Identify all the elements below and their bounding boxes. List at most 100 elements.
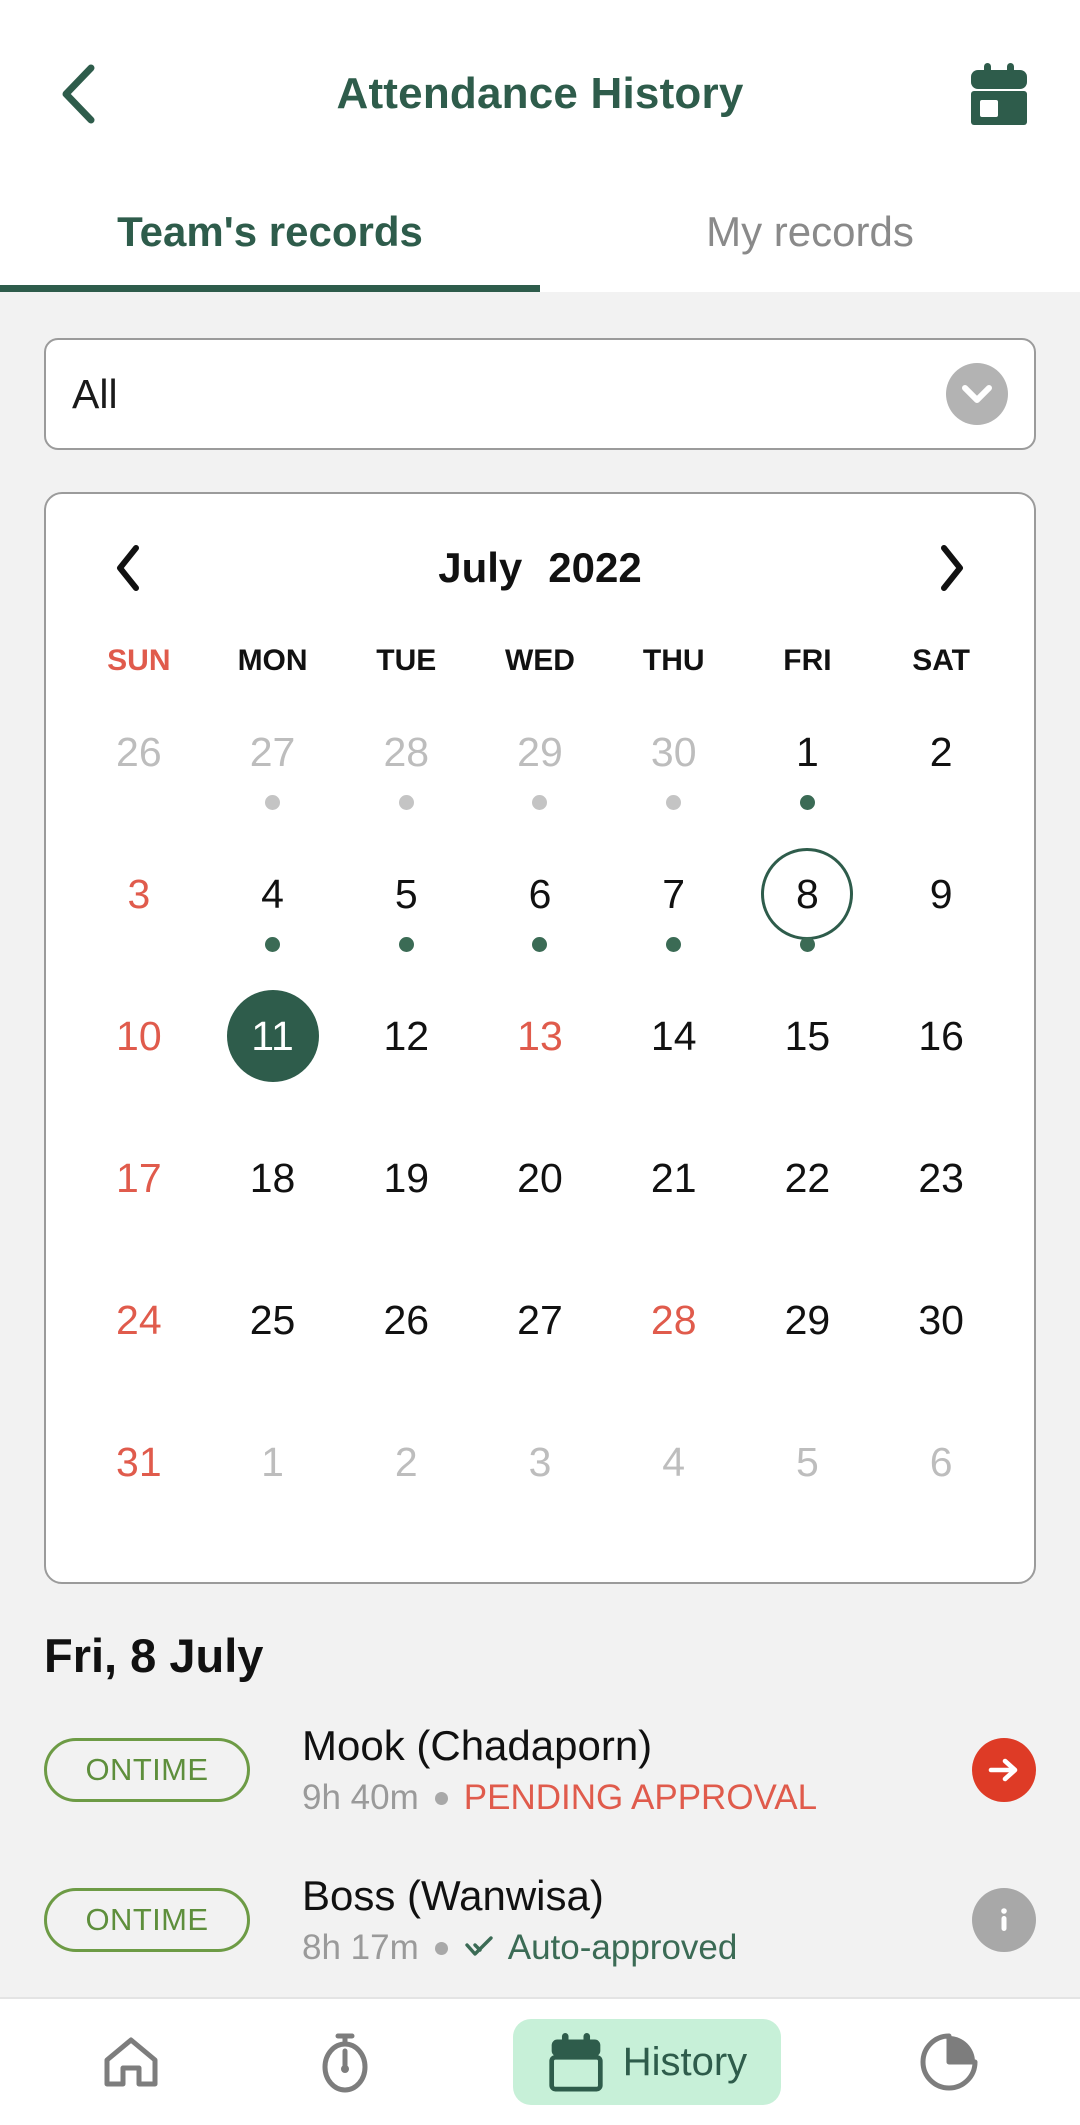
selected-date-heading: Fri, 8 July bbox=[44, 1629, 264, 1682]
calendar-day-number: 25 bbox=[249, 1296, 296, 1343]
team-filter-dropdown[interactable]: All bbox=[44, 338, 1036, 450]
calendar-day-number: 11 bbox=[226, 990, 319, 1082]
chevron-down-icon bbox=[946, 363, 1008, 425]
calendar-day-cell[interactable]: 4 bbox=[206, 842, 340, 984]
content-area: All July 2022 SUN MON TUE WED THU FRI SA… bbox=[0, 338, 1080, 2125]
calendar-day-dot bbox=[265, 1505, 280, 1520]
records-tabs: Team's records My records bbox=[0, 180, 1080, 292]
calendar-day-cell[interactable]: 19 bbox=[339, 1126, 473, 1268]
calendar-button[interactable] bbox=[964, 59, 1034, 129]
calendar-day-cell[interactable]: 29 bbox=[473, 700, 607, 842]
calendar-day-dot bbox=[131, 795, 146, 810]
calendar-day-dot bbox=[934, 1505, 949, 1520]
calendar-day-cell[interactable]: 26 bbox=[72, 700, 206, 842]
calendar-day-cell[interactable]: 20 bbox=[473, 1126, 607, 1268]
app-header: Attendance History bbox=[0, 8, 1080, 180]
calendar-day-cell[interactable]: 30 bbox=[874, 1268, 1008, 1410]
calendar-day-dot bbox=[398, 795, 414, 810]
calendar-day-dot bbox=[265, 1079, 280, 1094]
calendar-day-cell[interactable]: 24 bbox=[72, 1268, 206, 1410]
calendar-header: July 2022 bbox=[72, 520, 1008, 616]
nav-item-history-label: History bbox=[622, 2039, 748, 2084]
calendar-day-cell[interactable]: 17 bbox=[72, 1126, 206, 1268]
calendar-day-dot bbox=[131, 1221, 146, 1236]
calendar-day-cell[interactable]: 6 bbox=[874, 1410, 1008, 1552]
calendar-day-cell[interactable]: 12 bbox=[339, 984, 473, 1126]
calendar-day-dot bbox=[265, 937, 281, 952]
calendar-day-number: 5 bbox=[394, 870, 418, 917]
calendar-day-cell[interactable]: 13 bbox=[473, 984, 607, 1126]
nav-item-timer[interactable] bbox=[299, 2019, 391, 2105]
attendance-history-screen: Attendance History Team's records My rec… bbox=[0, 0, 1080, 2125]
team-filter-value: All bbox=[72, 370, 118, 417]
calendar-day-cell[interactable]: 9 bbox=[874, 842, 1008, 984]
status-bar bbox=[0, 0, 1080, 8]
calendar-day-cell[interactable]: 2 bbox=[339, 1410, 473, 1552]
calendar-day-number: 17 bbox=[116, 1154, 162, 1201]
calendar-day-cell[interactable]: 15 bbox=[741, 984, 875, 1126]
calendar-day-cell[interactable]: 11 bbox=[206, 984, 340, 1126]
calendar-next-month-button[interactable] bbox=[920, 536, 984, 600]
calendar-day-cell[interactable]: 29 bbox=[741, 1268, 875, 1410]
calendar-day-number: 9 bbox=[929, 870, 953, 917]
calendar-day-number: 2 bbox=[394, 1438, 418, 1485]
calendar-day-number: 30 bbox=[650, 728, 697, 775]
calendar-day-cell[interactable]: 22 bbox=[741, 1126, 875, 1268]
calendar-day-cell[interactable]: 14 bbox=[607, 984, 741, 1126]
calendar-day-cell[interactable]: 27 bbox=[473, 1268, 607, 1410]
calendar-day-cell[interactable]: 21 bbox=[607, 1126, 741, 1268]
calendar-day-cell[interactable]: 10 bbox=[72, 984, 206, 1126]
calendar-day-dot bbox=[265, 795, 281, 810]
calendar-day-cell[interactable]: 7 bbox=[607, 842, 741, 984]
calendar-day-number: 7 bbox=[662, 870, 686, 917]
calendar-day-cell[interactable]: 31 bbox=[72, 1410, 206, 1552]
calendar-day-cell[interactable]: 5 bbox=[741, 1410, 875, 1552]
calendar-day-dot bbox=[800, 1505, 815, 1520]
tab-teams-records[interactable]: Team's records bbox=[0, 180, 540, 292]
attendance-row[interactable]: ONTIME Mook (Chadaporn) 9h 40m PENDING APPR… bbox=[44, 1695, 1036, 1845]
calendar-day-cell[interactable]: 28 bbox=[339, 700, 473, 842]
attendance-row-main: Mook (Chadaporn) 9h 40m PENDING APPROVAL bbox=[302, 1722, 972, 1818]
double-check-icon bbox=[464, 1935, 498, 1961]
calendar-day-cell[interactable]: 5 bbox=[339, 842, 473, 984]
calendar-day-cell[interactable]: 3 bbox=[72, 842, 206, 984]
nav-item-history[interactable]: History bbox=[512, 2019, 782, 2105]
calendar-card: July 2022 SUN MON TUE WED THU FRI SAT 26 27 28 29 3… bbox=[44, 492, 1036, 1584]
calendar-day-cell[interactable]: 1 bbox=[206, 1410, 340, 1552]
calendar-day-cell[interactable]: 2 bbox=[874, 700, 1008, 842]
calendar-day-dot bbox=[666, 1363, 681, 1378]
calendar-day-cell[interactable]: 28 bbox=[607, 1268, 741, 1410]
calendar-day-cell[interactable]: 25 bbox=[206, 1268, 340, 1410]
calendar-day-number: 1 bbox=[796, 728, 819, 775]
row-action-button[interactable] bbox=[972, 1738, 1036, 1802]
back-button[interactable] bbox=[46, 62, 110, 126]
calendar-day-cell[interactable]: 26 bbox=[339, 1268, 473, 1410]
info-icon bbox=[972, 1888, 1036, 1952]
approval-status: PENDING APPROVAL bbox=[463, 1778, 818, 1817]
calendar-day-cell[interactable]: 23 bbox=[874, 1126, 1008, 1268]
calendar-day-cell[interactable]: 16 bbox=[874, 984, 1008, 1126]
row-action-button[interactable] bbox=[972, 1888, 1036, 1952]
calendar-weekday-sat: SAT bbox=[912, 644, 971, 677]
calendar-day-cell[interactable]: 6 bbox=[473, 842, 607, 984]
calendar-day-cell[interactable]: 8 bbox=[741, 842, 875, 984]
nav-item-reports[interactable] bbox=[903, 2019, 995, 2105]
calendar-day-cell[interactable]: 1 bbox=[741, 700, 875, 842]
calendar-day-cell[interactable]: 4 bbox=[607, 1410, 741, 1552]
calendar-day-cell[interactable]: 18 bbox=[206, 1126, 340, 1268]
calendar-prev-month-button[interactable] bbox=[96, 536, 160, 600]
calendar-day-cell[interactable]: 3 bbox=[473, 1410, 607, 1552]
calendar-day-dot bbox=[532, 1505, 547, 1520]
calendar-day-number: 31 bbox=[116, 1438, 162, 1485]
calendar-day-dot bbox=[799, 795, 815, 810]
nav-item-home[interactable] bbox=[85, 2019, 177, 2105]
separator-dot bbox=[434, 1791, 448, 1805]
calendar-day-cell[interactable]: 30 bbox=[607, 700, 741, 842]
attendance-row[interactable]: ONTIME Boss (Wanwisa) 8h 17m Auto-approved bbox=[44, 1845, 1036, 1995]
calendar-weekday-wed: WED bbox=[504, 644, 575, 677]
tab-my-records[interactable]: My records bbox=[540, 180, 1080, 292]
calendar-day-cell[interactable]: 27 bbox=[206, 700, 340, 842]
calendar-day-dot bbox=[934, 937, 949, 952]
calendar-day-number: 22 bbox=[784, 1154, 831, 1201]
calendar-day-dot bbox=[800, 1221, 815, 1236]
